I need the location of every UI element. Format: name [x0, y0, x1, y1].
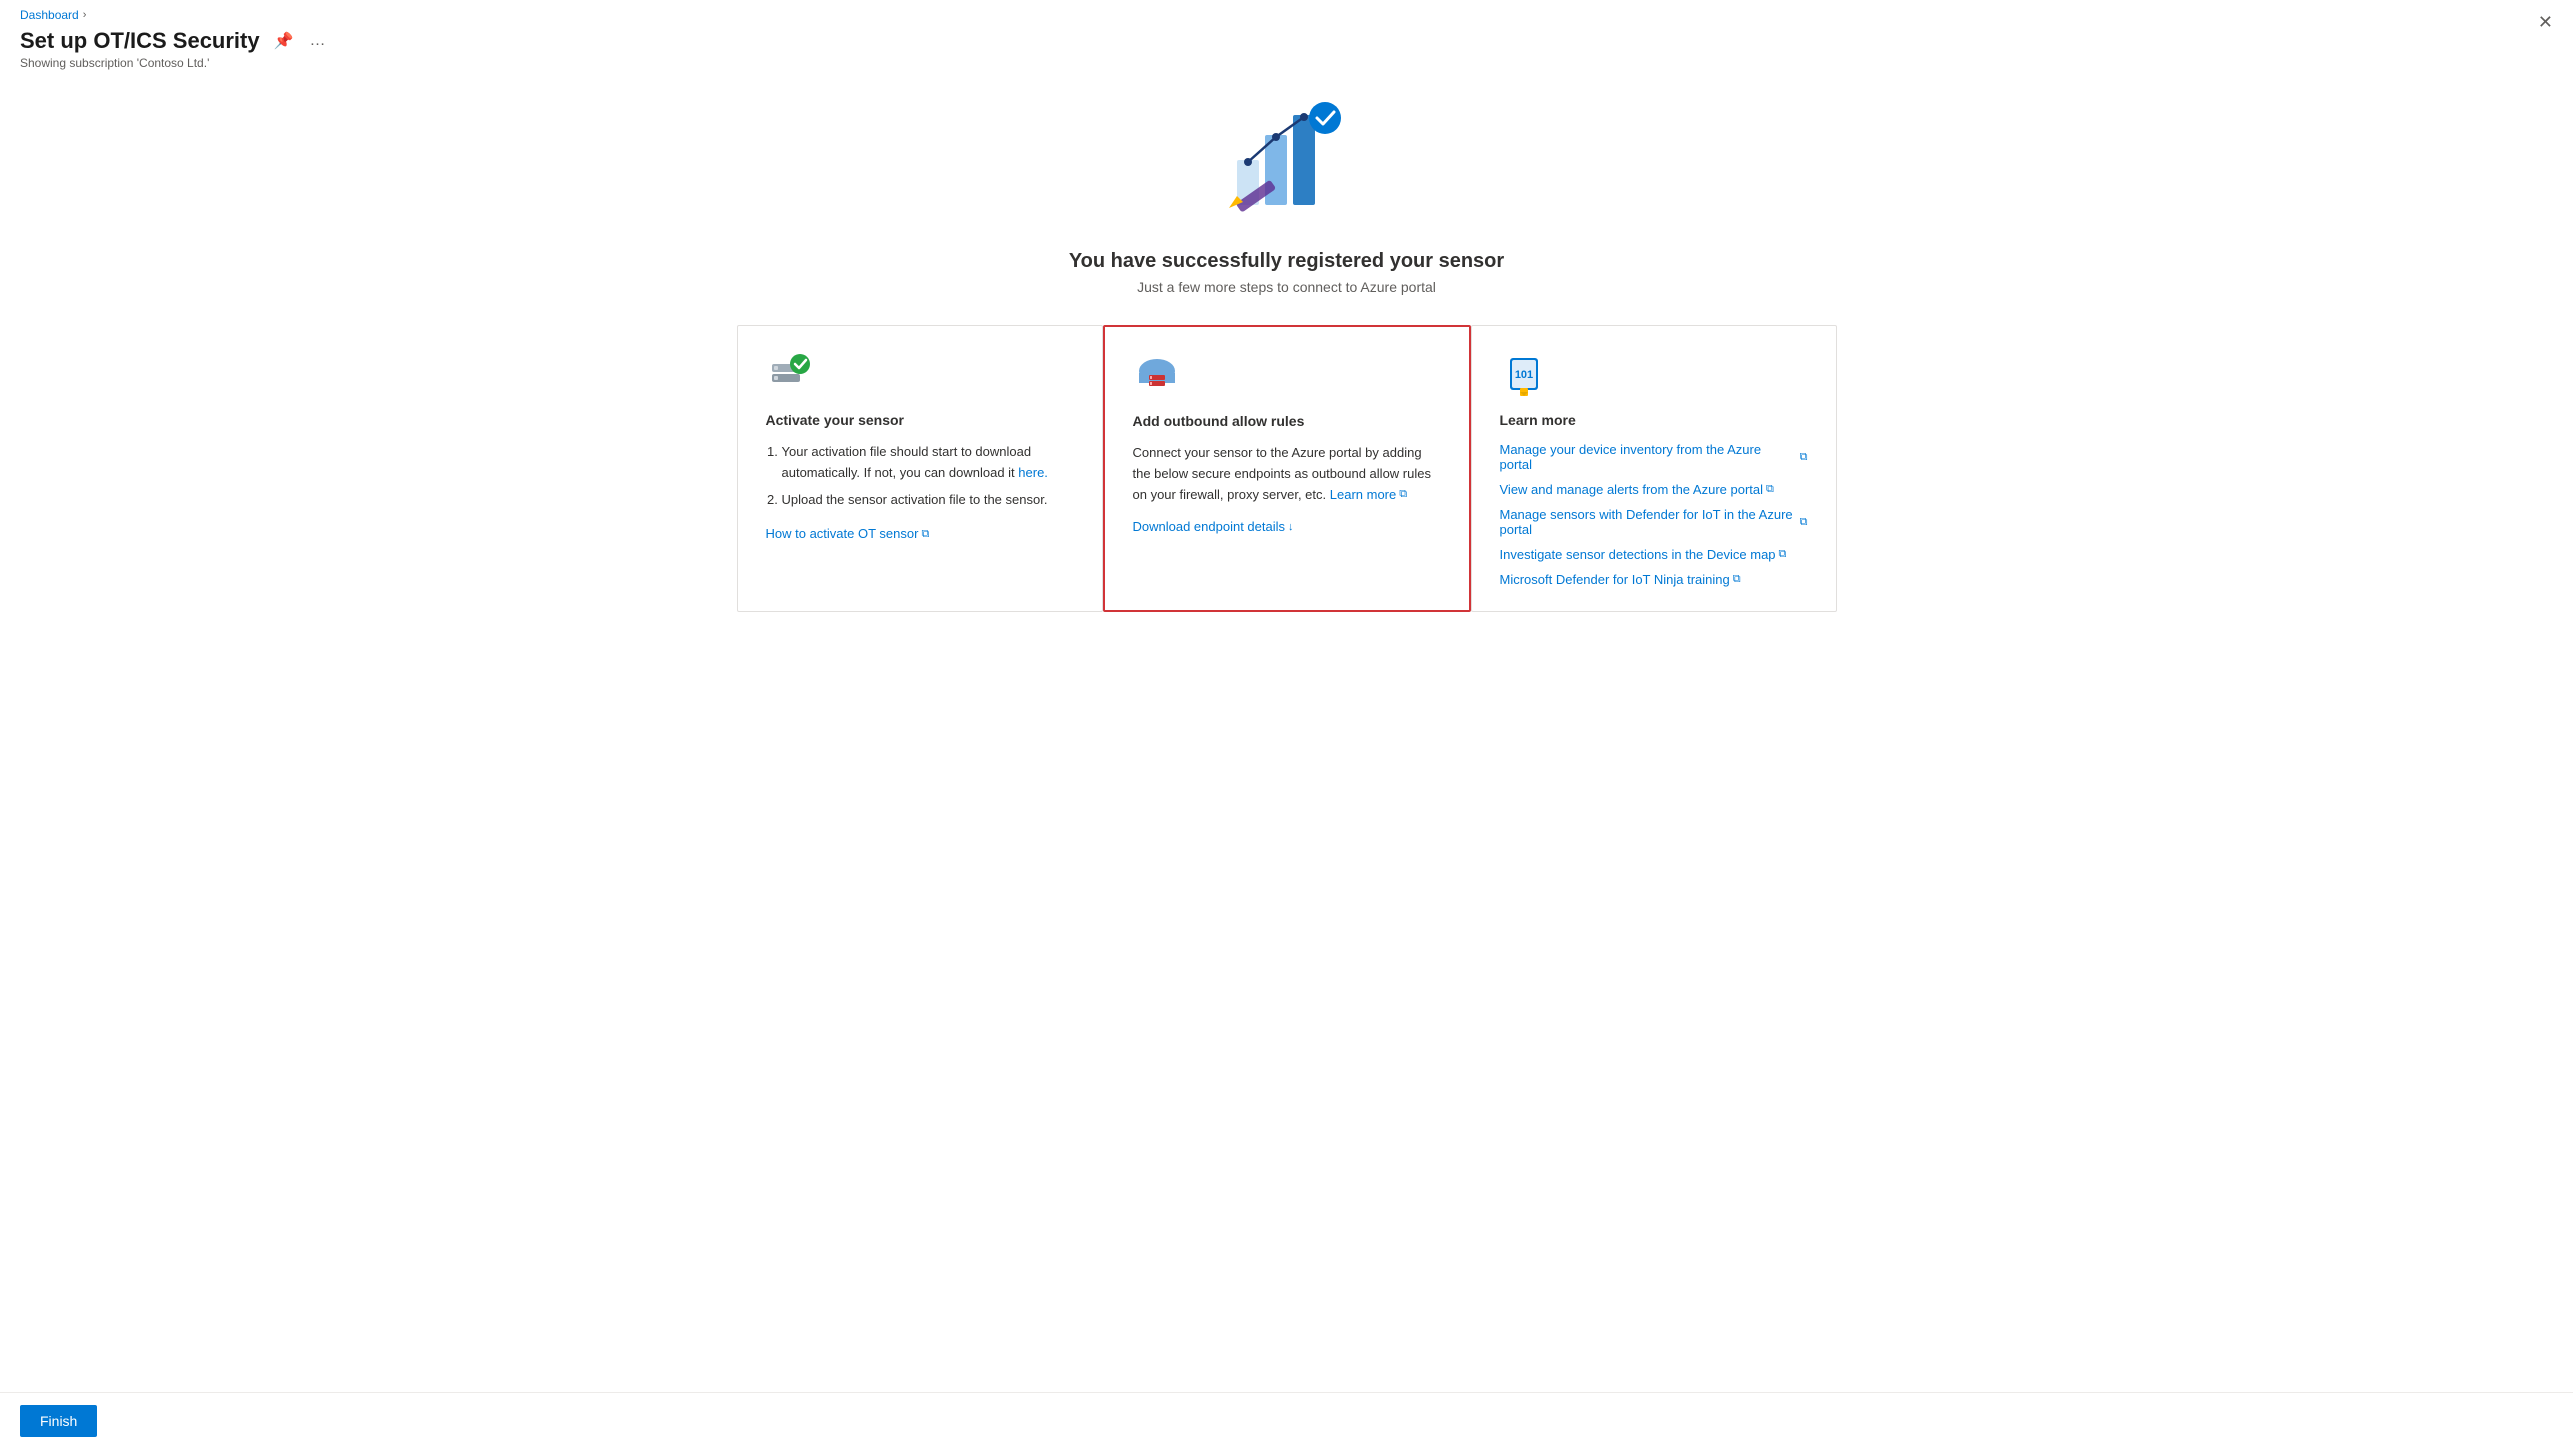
success-title: You have successfully registered your se… [1069, 250, 1504, 273]
learn-link-3-icon: ⧉ [1779, 548, 1787, 561]
more-button[interactable]: … [306, 30, 330, 52]
download-icon: ↓ [1288, 519, 1294, 537]
breadcrumb-dashboard[interactable]: Dashboard [20, 8, 79, 22]
download-endpoint-link[interactable]: Download endpoint details ↓ [1133, 517, 1294, 538]
learn-more-card-icon: 101 [1500, 350, 1548, 398]
learn-link-2-icon: ⧉ [1800, 516, 1808, 529]
header-icons: 📌 … [270, 29, 330, 53]
page-header: Set up OT/ICS Security 📌 … [0, 26, 2573, 54]
activate-link-ext-icon: ⧉ [921, 526, 929, 544]
svg-text:101: 101 [1514, 369, 1532, 381]
learn-link-1-icon: ⧉ [1766, 483, 1774, 496]
outbound-rules-body: Connect your sensor to the Azure portal … [1133, 443, 1441, 538]
here-link[interactable]: here. [1018, 463, 1048, 484]
pin-button[interactable]: 📌 [270, 29, 298, 53]
learn-more-links: Manage your device inventory from the Az… [1500, 442, 1808, 587]
activate-sensor-title: Activate your sensor [766, 412, 1074, 428]
outbound-rules-title: Add outbound allow rules [1133, 413, 1441, 429]
learn-link-1[interactable]: View and manage alerts from the Azure po… [1500, 482, 1808, 497]
learn-link-2[interactable]: Manage sensors with Defender for IoT in … [1500, 507, 1808, 537]
hero-illustration [1207, 90, 1367, 230]
page-title: Set up OT/ICS Security [20, 28, 260, 54]
learn-link-4[interactable]: Microsoft Defender for IoT Ninja trainin… [1500, 572, 1808, 587]
learn-more-ext-icon: ⧉ [1399, 486, 1407, 504]
activate-step2-text: Upload the sensor activation file to the… [782, 492, 1048, 507]
pin-icon: 📌 [274, 31, 294, 51]
outbound-rules-icon [1133, 351, 1181, 399]
footer-bar: Finish [0, 1392, 2573, 1449]
activate-sensor-icon [766, 350, 814, 398]
learn-link-3[interactable]: Investigate sensor detections in the Dev… [1500, 547, 1808, 562]
activate-sensor-body: Your activation file should start to dow… [766, 442, 1074, 545]
more-icon: … [310, 32, 326, 50]
activate-sensor-card: Activate your sensor Your activation fil… [737, 325, 1103, 612]
activate-ot-sensor-link[interactable]: How to activate OT sensor ⧉ [766, 524, 930, 545]
page-subtitle: Showing subscription 'Contoso Ltd.' [0, 56, 2573, 70]
learn-more-card: 101 Learn more Manage your device invent… [1471, 325, 1837, 612]
cards-container: Activate your sensor Your activation fil… [737, 325, 1837, 612]
outbound-rules-card: Add outbound allow rules Connect your se… [1103, 325, 1471, 612]
close-button[interactable]: ✕ [2538, 12, 2553, 33]
success-subtitle: Just a few more steps to connect to Azur… [1137, 279, 1436, 295]
learn-more-link[interactable]: Learn more ⧉ [1330, 485, 1407, 506]
learn-more-card-title: Learn more [1500, 412, 1808, 428]
learn-link-0-icon: ⧉ [1800, 451, 1808, 464]
learn-link-4-icon: ⧉ [1733, 573, 1741, 586]
breadcrumb-chevron: › [83, 9, 87, 21]
learn-link-0[interactable]: Manage your device inventory from the Az… [1500, 442, 1808, 472]
breadcrumb: Dashboard › [20, 8, 86, 22]
activate-step1-text: Your activation file should start to dow… [782, 444, 1032, 480]
finish-button[interactable]: Finish [20, 1405, 97, 1437]
main-content: You have successfully registered your se… [0, 70, 2573, 652]
